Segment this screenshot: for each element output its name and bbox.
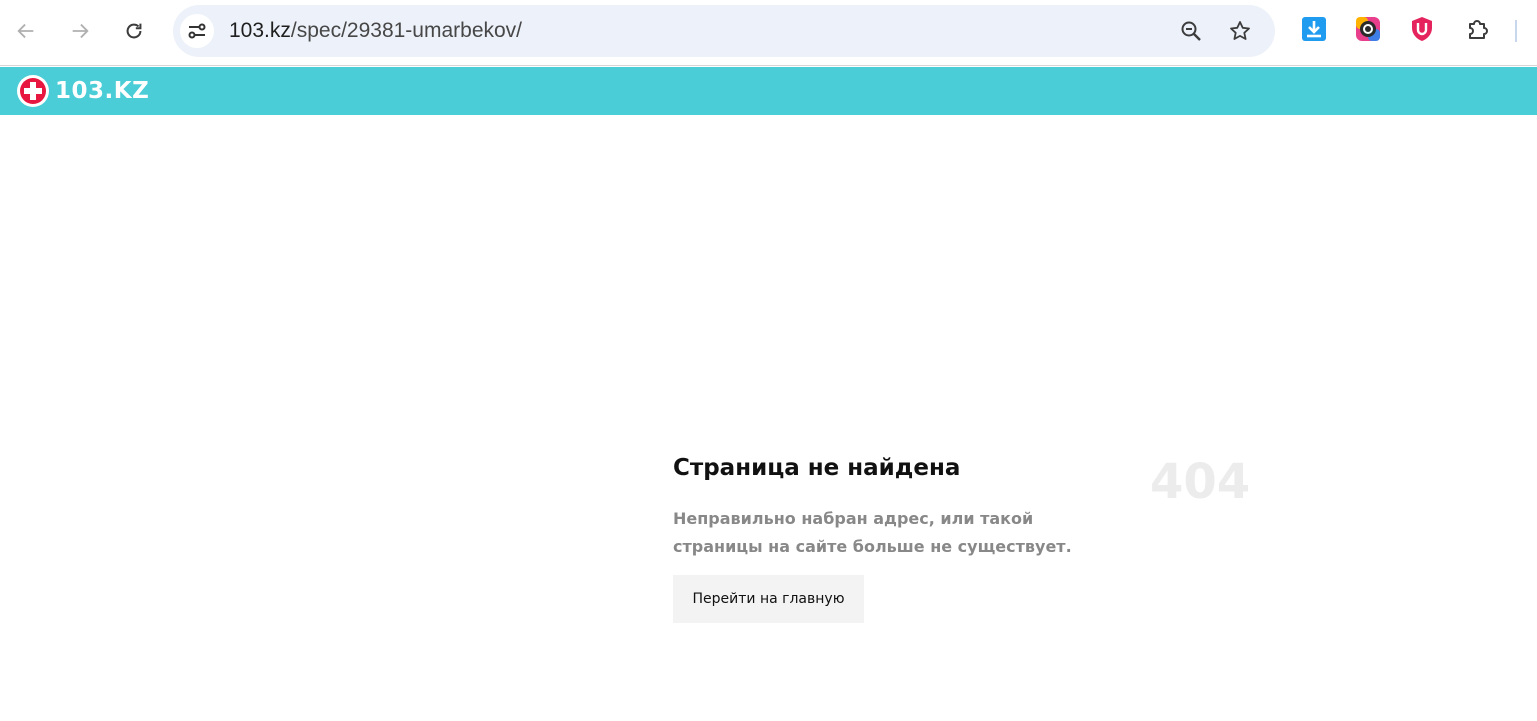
download-extension-button[interactable]: [1300, 15, 1328, 43]
error-message: Неправильно набран адрес, или такой стра…: [673, 509, 1072, 556]
zoom-button[interactable]: [1178, 18, 1204, 44]
page-title: Страница не найдена: [673, 455, 961, 481]
url-path: /spec/29381-umarbekov/: [290, 19, 523, 42]
extensions-button[interactable]: [1464, 15, 1492, 43]
go-home-button[interactable]: Перейти на главную: [673, 575, 864, 623]
error-code: 404: [1150, 454, 1251, 510]
download-extension-icon: [1302, 17, 1326, 41]
address-bar[interactable]: 103.kz/spec/29381-umarbekov/: [173, 5, 1275, 57]
logo-cross-icon: [17, 75, 49, 107]
logo-text: 103.KZ: [55, 78, 150, 104]
url-text[interactable]: 103.kz/spec/29381-umarbekov/: [229, 19, 522, 43]
bookmark-button[interactable]: [1227, 18, 1253, 44]
reload-icon: [126, 23, 142, 39]
camera-extension-icon: [1356, 17, 1380, 41]
site-logo[interactable]: 103.KZ: [17, 75, 149, 107]
forward-button[interactable]: [61, 12, 99, 50]
extensions-puzzle-icon: [1469, 20, 1488, 39]
forward-arrow-icon: [72, 23, 89, 39]
back-arrow-icon: [17, 23, 34, 39]
shield-extension-icon: [1412, 17, 1432, 41]
shield-extension-button[interactable]: [1408, 15, 1436, 43]
bookmark-star-icon: [1230, 21, 1250, 40]
browser-toolbar: 103.kz/spec/29381-umarbekov/: [0, 0, 1537, 66]
site-header: 103.KZ: [0, 67, 1537, 115]
back-button[interactable]: [7, 12, 45, 50]
site-info-button[interactable]: [180, 14, 214, 48]
site-info-icon: [188, 23, 206, 39]
reload-button[interactable]: [115, 12, 153, 50]
zoom-icon: [1181, 21, 1201, 41]
camera-extension-button[interactable]: [1354, 15, 1382, 43]
url-host: 103.kz: [229, 19, 291, 42]
toolbar-divider: [1515, 20, 1517, 42]
